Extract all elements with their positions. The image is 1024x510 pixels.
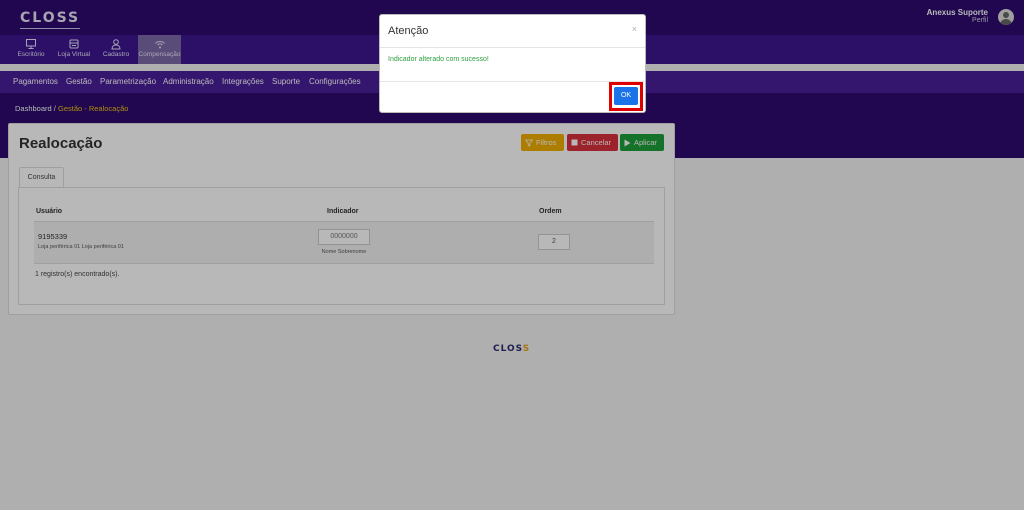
modal-message: Indicador alterado com sucesso! [388,56,489,63]
alert-modal: Atenção × Indicador alterado com sucesso… [379,14,646,113]
modal-title: Atenção [388,25,429,37]
close-icon[interactable]: × [632,24,637,34]
modal-divider [380,47,645,48]
modal-divider [380,81,645,82]
ok-button[interactable]: OK [614,87,638,105]
